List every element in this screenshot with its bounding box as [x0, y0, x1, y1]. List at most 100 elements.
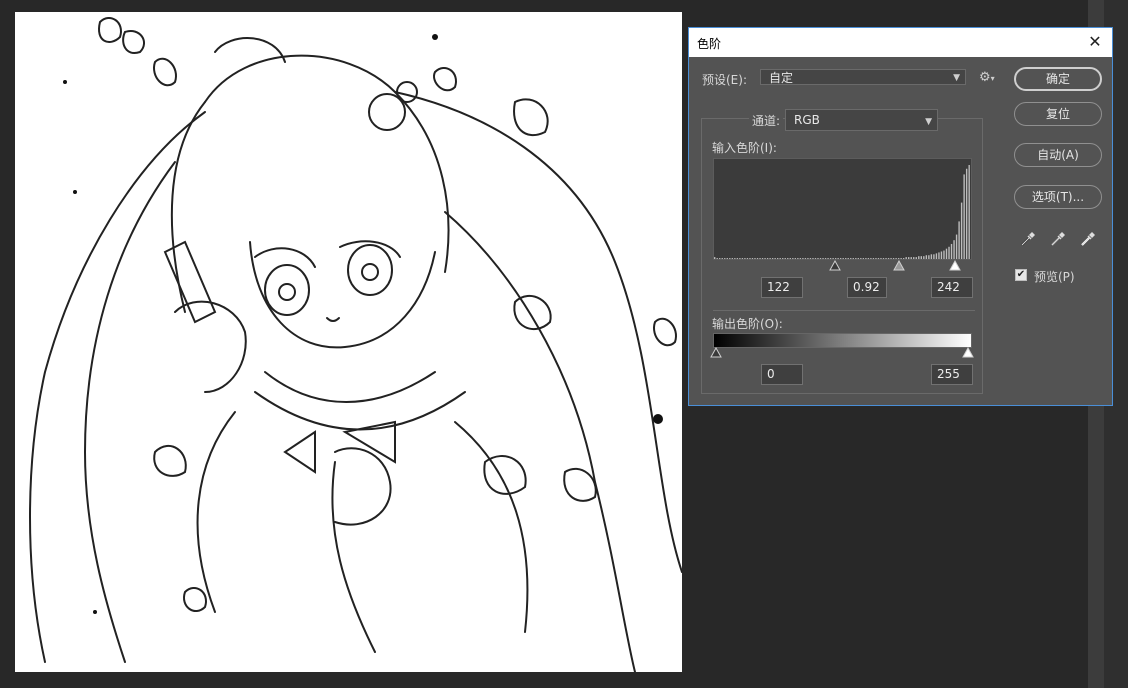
histogram-bar — [794, 258, 797, 259]
gear-icon[interactable]: ⚙▾ — [979, 70, 995, 85]
histogram-bar — [892, 258, 895, 259]
ok-button[interactable]: 确定 — [1014, 67, 1102, 91]
histogram-bar — [890, 258, 892, 259]
histogram-bar — [918, 256, 920, 259]
histogram-bar — [789, 258, 791, 259]
histogram-bar — [880, 258, 882, 259]
histogram-bar — [716, 258, 718, 259]
histogram-bar — [721, 258, 723, 259]
histogram-bar — [797, 258, 799, 259]
document-canvas[interactable] — [15, 12, 682, 672]
histogram-bar — [953, 240, 955, 259]
histogram-bar — [910, 257, 912, 259]
histogram-bar — [870, 258, 872, 259]
histogram — [713, 158, 972, 260]
output-black-field[interactable]: 0 — [761, 364, 803, 385]
histogram-bar — [812, 258, 814, 259]
histogram-bar — [822, 258, 824, 259]
histogram-bar — [852, 258, 854, 259]
histogram-bar — [809, 258, 812, 259]
histogram-bar — [774, 258, 776, 259]
histogram-bar — [965, 168, 968, 259]
histogram-bar — [925, 255, 928, 259]
histogram-bar — [724, 258, 726, 259]
histogram-bar — [915, 257, 917, 259]
histogram-bar — [963, 174, 965, 259]
output-black-slider[interactable] — [710, 347, 722, 359]
histogram-bar — [933, 254, 935, 259]
reset-button[interactable]: 复位 — [1014, 102, 1102, 126]
histogram-bar — [829, 258, 832, 259]
histogram-bar — [771, 258, 774, 259]
levels-dialog: 色阶 ✕ 预设(E): 自定 ▼ ⚙▾ 通道: RGB ▼ 输入色阶(I): 1… — [688, 27, 1113, 406]
histogram-bar — [940, 251, 943, 259]
histogram-bar — [714, 257, 716, 259]
preset-label: 预设(E): — [702, 73, 747, 87]
histogram-bar — [804, 258, 807, 259]
white-point-eyedropper-icon[interactable] — [1079, 230, 1097, 248]
histogram-bar — [787, 258, 789, 259]
histogram-bar — [905, 257, 907, 259]
histogram-bar — [935, 253, 938, 259]
histogram-plot — [714, 165, 970, 259]
histogram-bar — [834, 258, 837, 259]
histogram-bar — [807, 258, 809, 259]
input-gamma-field[interactable]: 0.92 — [847, 277, 887, 298]
line-art-illustration — [29, 17, 682, 672]
input-white-slider[interactable] — [949, 260, 961, 272]
output-white-slider[interactable] — [962, 347, 974, 359]
dialog-titlebar[interactable]: 色阶 ✕ — [689, 28, 1112, 57]
histogram-bar — [930, 254, 933, 259]
histogram-bar — [877, 258, 880, 259]
options-button[interactable]: 选项(T)... — [1014, 185, 1102, 209]
histogram-bar — [761, 258, 764, 259]
histogram-bar — [814, 258, 817, 259]
histogram-bar — [900, 258, 902, 259]
input-levels-label: 输入色阶(I): — [712, 141, 777, 155]
channel-dropdown[interactable]: RGB ▼ — [785, 109, 938, 131]
close-button[interactable]: ✕ — [1084, 31, 1106, 53]
histogram-bar — [769, 258, 771, 259]
histogram-bar — [862, 258, 865, 259]
histogram-bar — [802, 258, 804, 259]
preset-dropdown[interactable]: 自定 ▼ — [760, 69, 966, 85]
histogram-bar — [824, 258, 827, 259]
preview-checkbox[interactable]: ✔ — [1015, 269, 1027, 281]
chevron-down-icon: ▼ — [925, 117, 932, 127]
histogram-bar — [837, 258, 839, 259]
input-white-field[interactable]: 242 — [931, 277, 973, 298]
histogram-bar — [867, 258, 870, 259]
histogram-bar — [799, 258, 802, 259]
histogram-bar — [729, 258, 731, 259]
divider — [713, 310, 975, 311]
input-black-slider[interactable] — [829, 260, 841, 272]
dialog-title: 色阶 — [697, 37, 722, 51]
histogram-bar — [872, 258, 875, 259]
gray-point-eyedropper-icon[interactable] — [1049, 230, 1067, 248]
histogram-bar — [741, 258, 744, 259]
histogram-bar — [754, 258, 756, 259]
checkmark-icon: ✔ — [1016, 269, 1026, 280]
histogram-bar — [827, 258, 829, 259]
histogram-bar — [958, 221, 960, 259]
black-point-eyedropper-icon[interactable] — [1019, 230, 1037, 248]
histogram-bar — [950, 243, 953, 259]
histogram-bar — [920, 256, 922, 259]
histogram-bar — [955, 234, 958, 259]
auto-button[interactable]: 自动(A) — [1014, 143, 1102, 167]
input-black-field[interactable]: 122 — [761, 277, 803, 298]
histogram-bar — [847, 258, 849, 259]
histogram-bar — [882, 258, 885, 259]
histogram-bar — [819, 258, 822, 259]
histogram-bar — [960, 202, 963, 259]
histogram-bar — [756, 258, 759, 259]
histogram-bar — [736, 258, 739, 259]
histogram-bar — [792, 258, 794, 259]
histogram-bar — [734, 258, 736, 259]
preset-value: 自定 — [769, 71, 794, 85]
output-white-field[interactable]: 255 — [931, 364, 973, 385]
histogram-bar — [948, 246, 950, 259]
input-gamma-slider[interactable] — [893, 260, 905, 272]
histogram-bar — [842, 258, 844, 259]
histogram-bar — [779, 258, 781, 259]
